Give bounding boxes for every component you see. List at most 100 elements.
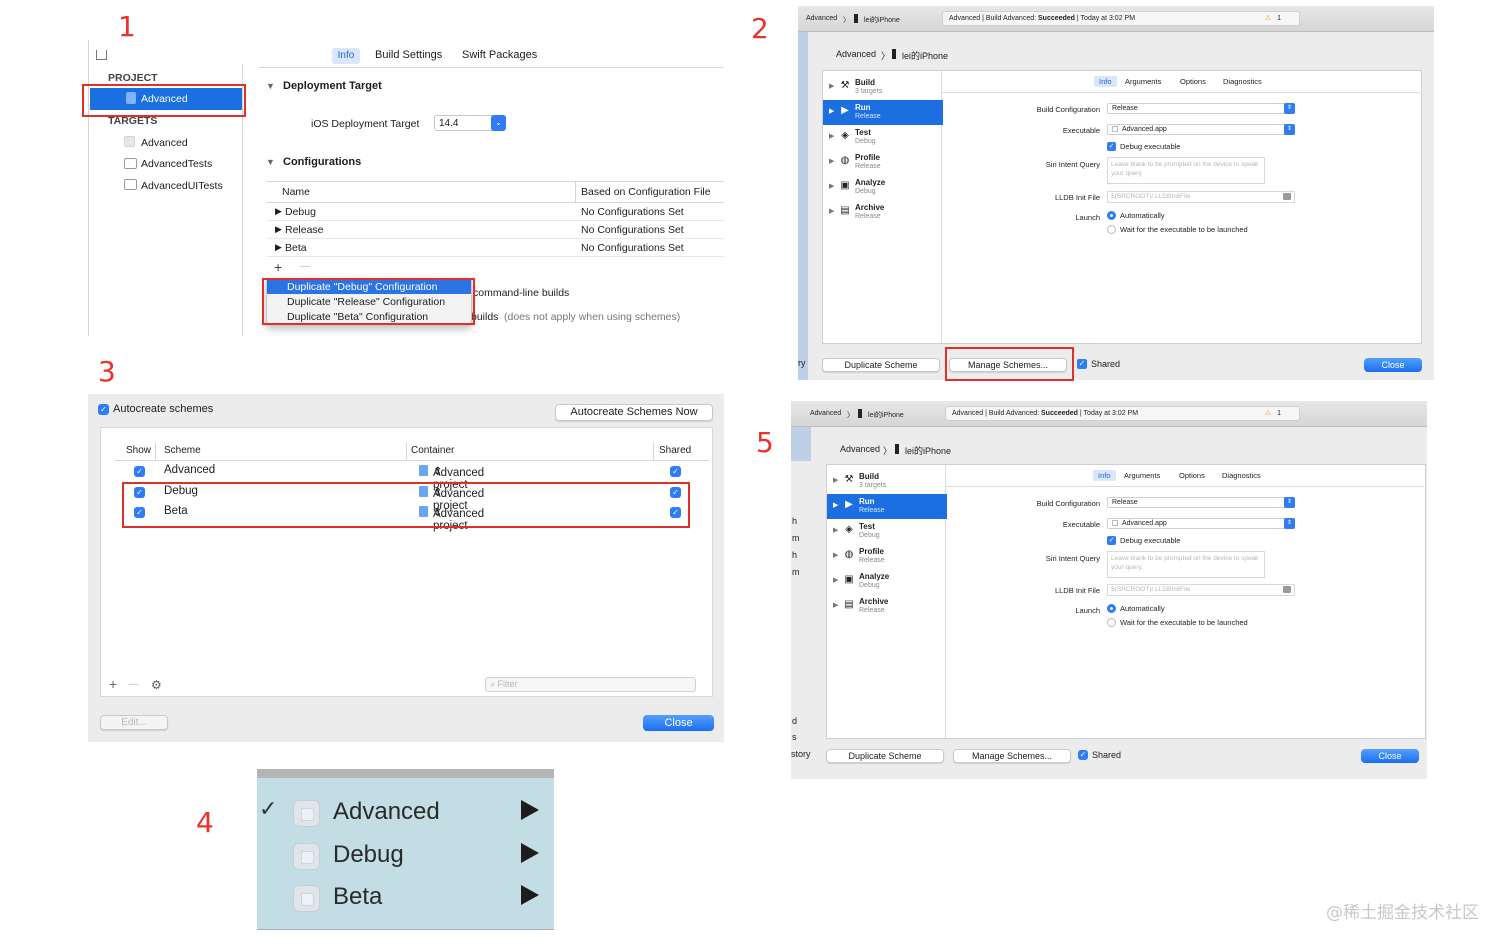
chevron-down-icon[interactable]: ⌄: [491, 115, 506, 131]
action-analyze[interactable]: ▶ ▣ Analyze Debug: [823, 175, 943, 200]
lldb-init-field[interactable]: $(SRCROOT)/.LLDBInitFile: [1107, 191, 1295, 203]
edit-button[interactable]: Edit...: [100, 715, 168, 730]
action-build[interactable]: ▶ ⚒ Build 3 targets: [823, 75, 943, 100]
target-advanced-ui-tests[interactable]: AdvancedUITests: [141, 180, 223, 192]
tab-swift-packages[interactable]: Swift Packages: [462, 49, 537, 61]
scheme-menu-item-beta[interactable]: Beta: [257, 877, 553, 919]
warning-icon[interactable]: ⚠: [1265, 407, 1271, 420]
scheme-menu-item-advanced[interactable]: Advanced: [257, 792, 553, 834]
action-archive[interactable]: ▶ ▤ Archive Release: [823, 200, 943, 225]
crumb-project[interactable]: Advanced: [806, 15, 837, 22]
launch-wait-radio[interactable]: Wait for the executable to be launched: [1107, 225, 1248, 234]
folder-icon[interactable]: [1283, 586, 1291, 593]
scheme-row[interactable]: ✓ Advanced Advanced project ⇕ ✓: [115, 461, 709, 491]
archive-icon: ▤: [840, 205, 850, 216]
crumb-project[interactable]: Advanced: [810, 410, 841, 417]
filter-field[interactable]: ⌕ Filter: [485, 677, 696, 692]
tab-options[interactable]: Options: [1180, 77, 1206, 86]
crumb-device[interactable]: lei的iPhone: [864, 15, 900, 25]
debug-executable-checkbox[interactable]: ✓ Debug executable: [1107, 142, 1180, 151]
folder-icon[interactable]: [1283, 193, 1291, 200]
col-shared[interactable]: Shared: [659, 445, 691, 456]
config-row[interactable]: ▶ Debug No Configurations Set: [267, 203, 724, 221]
duplicate-scheme-button[interactable]: Duplicate Scheme: [826, 749, 944, 763]
autocreate-checkbox[interactable]: ✓ Autocreate schemes: [98, 403, 213, 415]
add-config-button[interactable]: +: [274, 259, 282, 275]
action-run[interactable]: ▶ ▶ Run Release: [827, 494, 947, 519]
disclosure-triangle-icon[interactable]: ▼: [266, 81, 275, 91]
action-run[interactable]: ▶ ▶ Run Release: [823, 100, 943, 125]
tab-diagnostics[interactable]: Diagnostics: [1222, 471, 1261, 480]
action-build[interactable]: ▶ ⚒ Build 3 targets: [827, 469, 947, 494]
col-container[interactable]: Container: [411, 445, 454, 456]
executable-popup[interactable]: Advanced.app ⇕: [1107, 518, 1295, 529]
warning-icon[interactable]: ⚠: [1265, 12, 1271, 25]
siri-intent-field[interactable]: Leave blank to be prompted on the device…: [1107, 551, 1265, 578]
duplicate-scheme-button[interactable]: Duplicate Scheme: [822, 358, 940, 372]
action-archive[interactable]: ▶ ▤ Archive Release: [827, 594, 947, 619]
manage-schemes-button[interactable]: Manage Schemes...: [953, 749, 1071, 763]
launch-automatically-radio[interactable]: Automatically: [1107, 211, 1165, 220]
debug-executable-checkbox[interactable]: ✓ Debug executable: [1107, 536, 1180, 545]
play-icon: ▶: [845, 499, 853, 510]
tab-arguments[interactable]: Arguments: [1124, 471, 1160, 480]
action-profile[interactable]: ▶ ◍ Profile Release: [827, 544, 947, 569]
remove-config-button[interactable]: —: [300, 261, 310, 272]
crumb-device[interactable]: lei的iPhone: [868, 410, 904, 420]
app-target-icon: [124, 136, 135, 147]
tab-info[interactable]: Info: [332, 48, 360, 64]
autocreate-schemes-now-button[interactable]: Autocreate Schemes Now: [555, 404, 713, 421]
col-show[interactable]: Show: [126, 445, 151, 456]
close-button[interactable]: Close: [643, 715, 714, 731]
action-test[interactable]: ▶ ◈ Test Debug: [823, 125, 943, 150]
siri-intent-field[interactable]: Leave blank to be prompted on the device…: [1107, 157, 1265, 184]
show-checkbox[interactable]: ✓: [134, 466, 145, 477]
scheme-crumb-device[interactable]: lei的iPhone: [905, 444, 951, 457]
siri-intent-label: Siri Intent Query: [1045, 160, 1100, 169]
build-config-label: Build Configuration: [1036, 499, 1100, 508]
target-advanced[interactable]: Advanced: [141, 137, 188, 149]
target-advanced-tests[interactable]: AdvancedTests: [141, 158, 212, 170]
ui-test-target-icon: [124, 179, 137, 190]
manage-schemes-panel: ✓ Autocreate schemes Autocreate Schemes N…: [88, 394, 724, 742]
scheme-name: Advanced: [164, 464, 216, 476]
config-row[interactable]: ▶ Beta No Configurations Set: [267, 239, 724, 257]
tab-options[interactable]: Options: [1179, 471, 1205, 480]
shared-checkbox[interactable]: ✓: [670, 466, 681, 477]
container-popup[interactable]: Advanced project ⇕: [433, 464, 484, 491]
action-analyze[interactable]: ▶ ▣ Analyze Debug: [827, 569, 947, 594]
config-row[interactable]: ▶ Release No Configurations Set: [267, 221, 724, 239]
build-config-popup[interactable]: Release ⇕: [1107, 497, 1295, 508]
col-name[interactable]: Name: [282, 186, 310, 198]
tab-diagnostics[interactable]: Diagnostics: [1223, 77, 1262, 86]
launch-wait-radio[interactable]: Wait for the executable to be launched: [1107, 618, 1248, 627]
scheme-menu-item-debug[interactable]: Debug: [257, 835, 553, 877]
scheme-crumb-device[interactable]: lei的iPhone: [902, 49, 948, 62]
col-based-on-config-file[interactable]: Based on Configuration File: [581, 186, 711, 198]
action-test[interactable]: ▶ ◈ Test Debug: [827, 519, 947, 544]
executable-popup[interactable]: Advanced.app ⇕: [1107, 124, 1295, 135]
shared-checkbox[interactable]: ✓ Shared: [1078, 750, 1121, 760]
scheme-crumb-project[interactable]: Advanced: [836, 49, 876, 59]
scheme-crumb-project[interactable]: Advanced: [840, 444, 880, 454]
tab-arguments[interactable]: Arguments: [1125, 77, 1161, 86]
add-scheme-button[interactable]: +: [109, 676, 117, 692]
remove-scheme-button[interactable]: —: [129, 679, 139, 690]
close-button[interactable]: Close: [1361, 749, 1419, 763]
shared-checkbox[interactable]: ✓ Shared: [1077, 359, 1120, 369]
deployment-target-combo[interactable]: 14.4 ⌄: [434, 115, 506, 131]
tab-info[interactable]: Info: [1093, 470, 1116, 481]
close-button[interactable]: Close: [1364, 358, 1422, 372]
gear-icon[interactable]: ⚙: [151, 678, 162, 692]
deployment-target-value: 14.4: [439, 118, 459, 129]
col-scheme[interactable]: Scheme: [164, 445, 201, 456]
build-config-popup[interactable]: Release ⇕: [1107, 103, 1295, 114]
tab-build-settings[interactable]: Build Settings: [375, 49, 442, 61]
lldb-init-field[interactable]: $(SRCROOT)/.LLDBInitFile: [1107, 584, 1295, 596]
tab-info[interactable]: Info: [1094, 76, 1117, 87]
sidebar-toggle-icon[interactable]: [96, 50, 107, 60]
action-profile[interactable]: ▶ ◍ Profile Release: [823, 150, 943, 175]
launch-automatically-radio[interactable]: Automatically: [1107, 604, 1165, 613]
scheme-sheet: ▶ ⚒ Build 3 targets ▶ ▶ Run Release ▶ ◈ Test Debu…: [826, 464, 1426, 739]
disclosure-triangle-icon[interactable]: ▼: [266, 157, 275, 167]
